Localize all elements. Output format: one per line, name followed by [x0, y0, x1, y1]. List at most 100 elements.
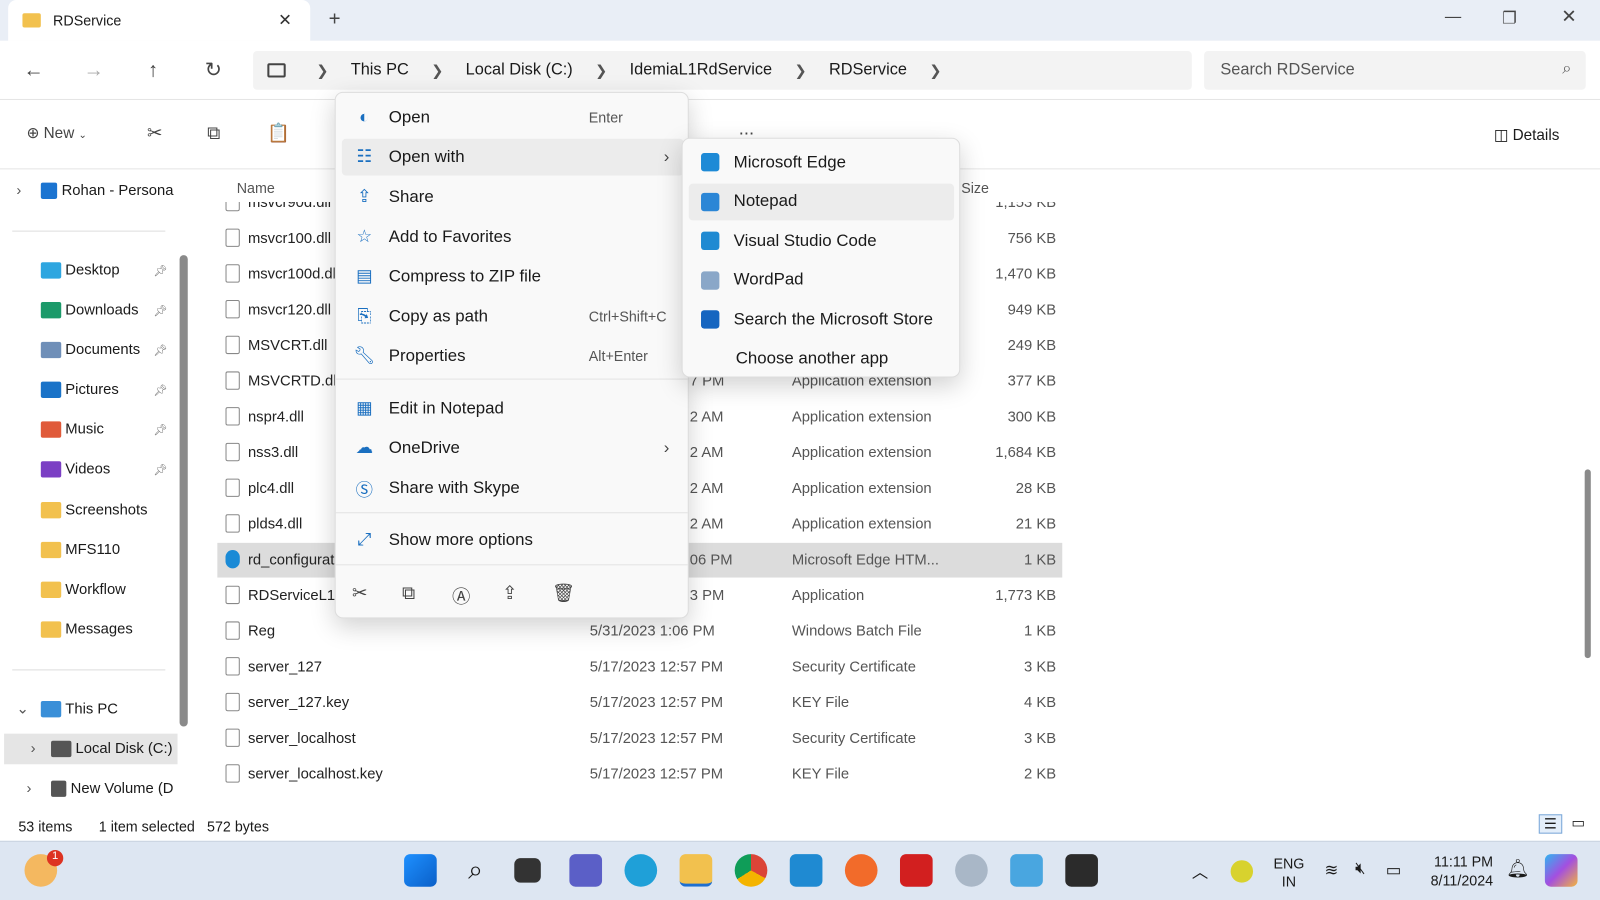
search-input[interactable]: Search RDService ⌕ — [1204, 51, 1586, 90]
sidebar-item[interactable]: › New Volume (D — [0, 773, 173, 804]
list-view-button[interactable]: ☰ — [1538, 814, 1562, 834]
open-with-item[interactable]: WordPad — [689, 262, 954, 299]
chevron-right-icon[interactable]: › — [31, 741, 36, 757]
sidebar-item[interactable]: Videos 📌︎ — [0, 454, 173, 485]
menu-item[interactable]: ⎘ Copy as path Ctrl+Shift+C — [342, 298, 684, 335]
bell-icon[interactable]: 🔔︎ — [1506, 858, 1529, 879]
wifi-icon[interactable]: ≋ — [1324, 860, 1338, 880]
address-bar[interactable]: ❯ This PC ❯ Local Disk (C:) ❯ IdemiaL1Rd… — [253, 51, 1192, 90]
edge-icon[interactable] — [624, 854, 658, 887]
more-button[interactable]: ... — [739, 118, 754, 139]
file-type: Application extension — [791, 444, 932, 462]
pen-app-icon[interactable] — [844, 854, 878, 887]
sidebar-item[interactable]: Desktop 📌︎ — [0, 255, 173, 286]
menu-item[interactable]: ⇪ Share — [342, 179, 684, 216]
breadcrumb-item[interactable]: RDService — [829, 61, 907, 79]
chrome-icon[interactable] — [734, 854, 768, 887]
sidebar-item[interactable]: › Rohan - Persona — [0, 176, 173, 207]
sidebar-item[interactable]: Workflow — [0, 574, 173, 605]
file-date: 5/17/2023 12:57 PM — [589, 659, 724, 676]
file-list-scrollbar[interactable] — [1584, 469, 1591, 659]
sidebar-scrollbar[interactable] — [179, 255, 188, 727]
sidebar-item[interactable]: Documents 📌︎ — [0, 335, 173, 366]
details-button[interactable]: ◫ Details — [1494, 126, 1560, 144]
menu-item[interactable]: ☆ Add to Favorites — [342, 218, 684, 255]
chevron-right-icon[interactable]: › — [27, 781, 32, 797]
file-row[interactable]: server_localhost.key 5/17/2023 12:57 PM KE… — [217, 757, 1062, 792]
chevron-down-icon[interactable]: ⌄ — [16, 701, 28, 717]
sidebar-item[interactable]: Downloads 📌︎ — [0, 295, 173, 326]
menu-item[interactable]: ☁ OneDrive › — [342, 430, 684, 467]
menu-item[interactable]: ☷ Open with › — [341, 138, 684, 176]
back-button[interactable]: ← — [16, 53, 51, 88]
file-row[interactable]: server_127.key 5/17/2023 12:57 PM KEY File… — [217, 686, 1062, 721]
rename-button[interactable]: Ⓐ — [452, 583, 470, 610]
breadcrumb-item[interactable]: Local Disk (C:) — [466, 61, 573, 79]
file-row[interactable]: Reg 5/31/2023 1:06 PM Windows Batch File 1 … — [217, 614, 1062, 649]
menu-item[interactable]: ⤢ Show more options — [342, 521, 684, 558]
sidebar-item[interactable]: Messages — [0, 614, 173, 645]
sidebar-item[interactable]: MFS110 — [0, 535, 173, 566]
copilot-icon[interactable] — [1544, 854, 1578, 887]
forward-button[interactable]: → — [77, 53, 112, 88]
menu-item[interactable]: ▦ Edit in Notepad — [342, 390, 684, 427]
cut-button[interactable]: ✂ — [147, 122, 162, 143]
column-header-name[interactable]: Name — [237, 180, 275, 196]
sidebar-item[interactable]: Music 📌︎ — [0, 414, 173, 445]
open-with-item[interactable]: Search the Microsoft Store — [689, 301, 954, 338]
tray-app-icon[interactable] — [1230, 860, 1254, 883]
menu-item[interactable]: Ⓢ Share with Skype — [342, 469, 684, 506]
file-row[interactable]: server_127 5/17/2023 12:57 PM Security Cer… — [217, 650, 1062, 685]
remote-desktop-icon[interactable] — [1010, 854, 1043, 887]
open-with-item[interactable]: Notepad — [688, 183, 955, 220]
up-button[interactable]: ↑ — [136, 53, 171, 88]
file-row[interactable]: server_localhost 5/17/2023 12:57 PM Securi… — [217, 721, 1062, 756]
weather-icon[interactable]: 1 — [24, 849, 64, 887]
delete-button[interactable]: 🗑︎ — [552, 583, 575, 604]
chevron-up-icon[interactable]: ︿ — [1192, 858, 1208, 882]
tiles-view-button[interactable]: ▭ — [1571, 814, 1585, 831]
column-header-size[interactable]: Size — [961, 180, 989, 196]
sidebar-item[interactable]: Screenshots — [0, 495, 173, 526]
cut-button[interactable]: ✂ — [352, 583, 367, 604]
menu-item[interactable]: 🔧︎ Properties Alt+Enter — [342, 338, 684, 375]
vscode-icon[interactable] — [789, 854, 823, 887]
pin-icon: 📌︎ — [153, 423, 168, 437]
file-explorer-icon[interactable] — [679, 854, 713, 887]
tab-rdservice[interactable]: RDService ✕ — [8, 0, 311, 41]
sidebar-item[interactable]: ⌄ This PC — [0, 694, 173, 725]
breadcrumb-item[interactable]: IdemiaL1RdService — [630, 61, 772, 79]
open-with-item[interactable]: Visual Studio Code — [689, 222, 954, 259]
open-with-item[interactable]: Choose another app — [689, 340, 954, 377]
volume-muted-icon[interactable]: 🔇︎ — [1355, 860, 1365, 878]
refresh-button[interactable]: ↻ — [196, 53, 231, 88]
menu-item[interactable]: ◐ Open Enter — [342, 99, 684, 136]
sidebar-item[interactable]: Pictures 📌︎ — [0, 374, 173, 405]
close-window-button[interactable]: ✕ — [1561, 6, 1576, 27]
battery-icon[interactable]: ▭ — [1386, 860, 1401, 880]
close-tab-icon[interactable]: ✕ — [278, 10, 292, 30]
language-indicator[interactable]: ENG IN — [1273, 854, 1304, 891]
maximize-button[interactable]: ❐ — [1502, 8, 1517, 28]
settings-icon[interactable] — [955, 854, 988, 887]
task-view-icon[interactable] — [514, 858, 541, 883]
teams-icon[interactable] — [569, 854, 603, 887]
new-tab-button[interactable]: + — [329, 8, 341, 31]
search-icon[interactable]: ⌕ — [459, 854, 492, 887]
clock[interactable]: 11:11 PM 8/11/2024 — [1431, 852, 1493, 891]
terminal-icon[interactable] — [1065, 854, 1098, 887]
open-with-item[interactable]: Microsoft Edge — [689, 144, 954, 181]
menu-item[interactable]: ▤ Compress to ZIP file — [342, 258, 684, 295]
acrobat-icon[interactable] — [899, 854, 933, 887]
start-icon[interactable] — [404, 854, 437, 887]
sidebar-item[interactable]: › Local Disk (C:) — [4, 733, 178, 765]
share-button[interactable]: ⇪ — [502, 583, 517, 604]
new-button[interactable]: ⊕ New ⌄ — [27, 123, 88, 141]
paste-button[interactable]: 📋 — [267, 122, 290, 143]
copy-button[interactable]: ⧉ — [207, 122, 220, 143]
minimize-button[interactable]: — — [1445, 8, 1461, 26]
chevron-right-icon[interactable]: › — [16, 183, 21, 199]
pin-icon: 📌︎ — [153, 304, 168, 317]
breadcrumb-item[interactable]: This PC — [351, 61, 409, 79]
copy-button[interactable]: ⧉ — [402, 583, 415, 604]
